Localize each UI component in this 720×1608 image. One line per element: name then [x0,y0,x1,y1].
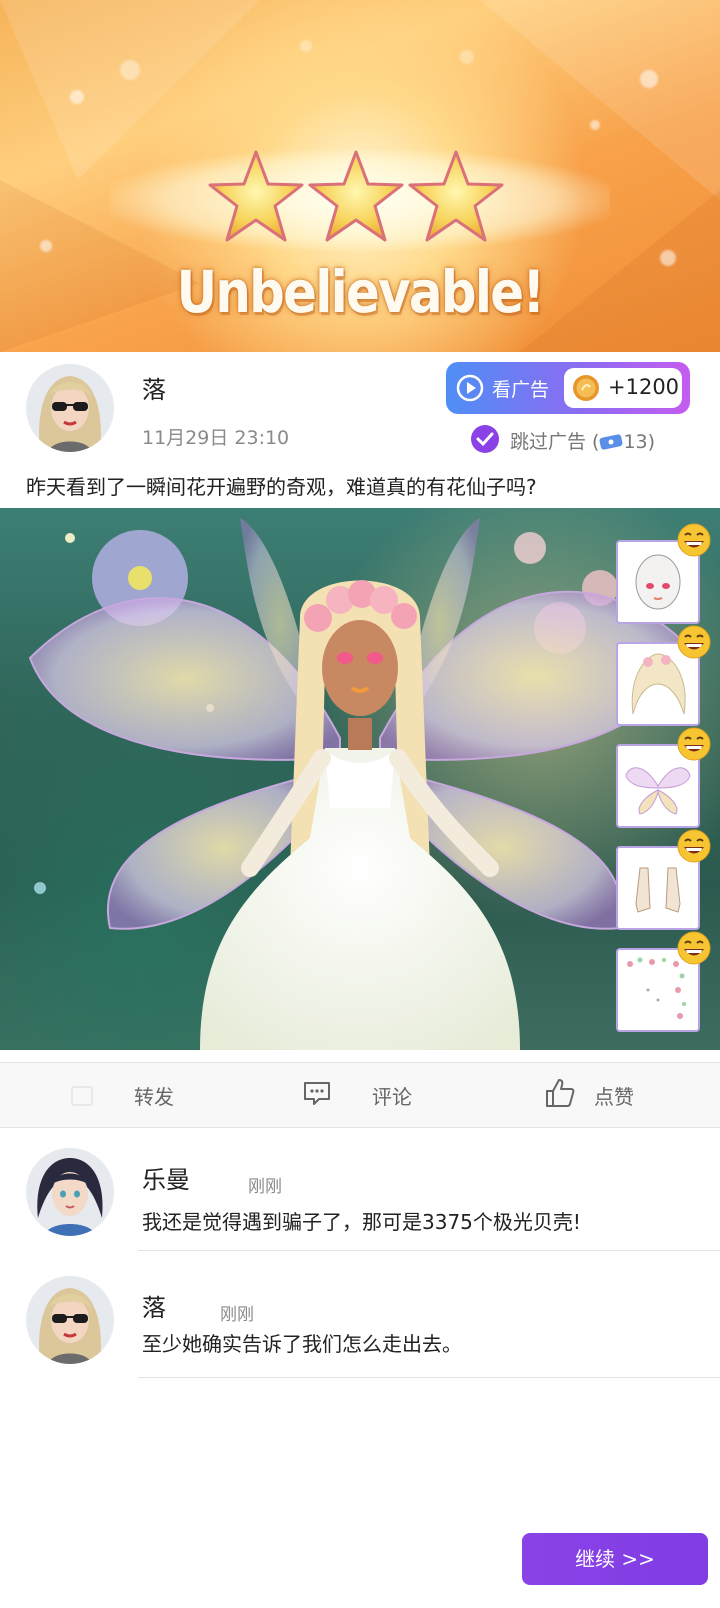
share-button[interactable]: 转发 [70,1063,230,1127]
skip-ad-count: 13) [623,431,656,453]
laughing-emoji-icon [677,625,711,659]
commenter-avatar[interactable] [26,1148,114,1236]
comment-button[interactable]: 评论 [302,1063,462,1127]
commenter-name[interactable]: 落 [142,1288,166,1323]
comment-divider [138,1377,720,1378]
author-avatar[interactable] [26,364,114,452]
author-name[interactable]: 落 [142,370,166,405]
comment-text: 至少她确实告诉了我们怎么走出去。 [142,1332,462,1356]
coin-icon [573,375,599,401]
comment-divider [138,1250,720,1251]
like-button[interactable]: 点赞 [544,1063,704,1127]
like-label: 点赞 [594,1085,634,1109]
check-circle-icon [471,425,499,453]
laughing-emoji-icon [677,727,711,761]
comment-label: 评论 [372,1085,412,1109]
comment-time: 刚刚 [248,1177,282,1197]
outfit-showcase-image [0,508,720,1050]
laughing-emoji-icon [677,829,711,863]
reward-pill: +1200 [564,368,682,408]
result-title: Unbelievable! [176,258,545,326]
skip-ad-label: 跳过广告 ( 13) [510,427,655,454]
watch-ad-button[interactable]: 看广告 +1200 [446,362,690,414]
star-icon [308,150,404,242]
skip-ad-text: 跳过广告 ( [510,431,600,453]
thumbs-up-icon [546,1079,575,1107]
share-icon [71,1086,93,1106]
commenter-name[interactable]: 乐曼 [142,1160,190,1195]
star-icon [408,150,504,242]
result-banner: Unbelievable! [0,0,720,352]
watch-ad-label: 看广告 [492,379,550,401]
star-icon [208,150,304,242]
play-circle-icon [456,374,484,402]
continue-button[interactable]: 继续 >> [522,1533,708,1585]
comment-time: 刚刚 [220,1305,254,1325]
share-label: 转发 [134,1085,174,1109]
ticket-icon [600,434,623,450]
reward-amount: +1200 [608,375,680,399]
post-timestamp: 11月29日 23:10 [142,427,290,449]
comment-icon [304,1082,330,1105]
post-text: 昨天看到了一瞬间花开遍野的奇观，难道真的有花仙子吗? [26,475,537,499]
commenter-avatar[interactable] [26,1276,114,1364]
laughing-emoji-icon [677,523,711,557]
post-action-bar: 转发 评论 点赞 [0,1062,720,1128]
comment-text: 我还是觉得遇到骗子了，那可是3375个极光贝壳! [142,1210,581,1234]
laughing-emoji-icon [677,931,711,965]
star-rating [206,148,526,248]
